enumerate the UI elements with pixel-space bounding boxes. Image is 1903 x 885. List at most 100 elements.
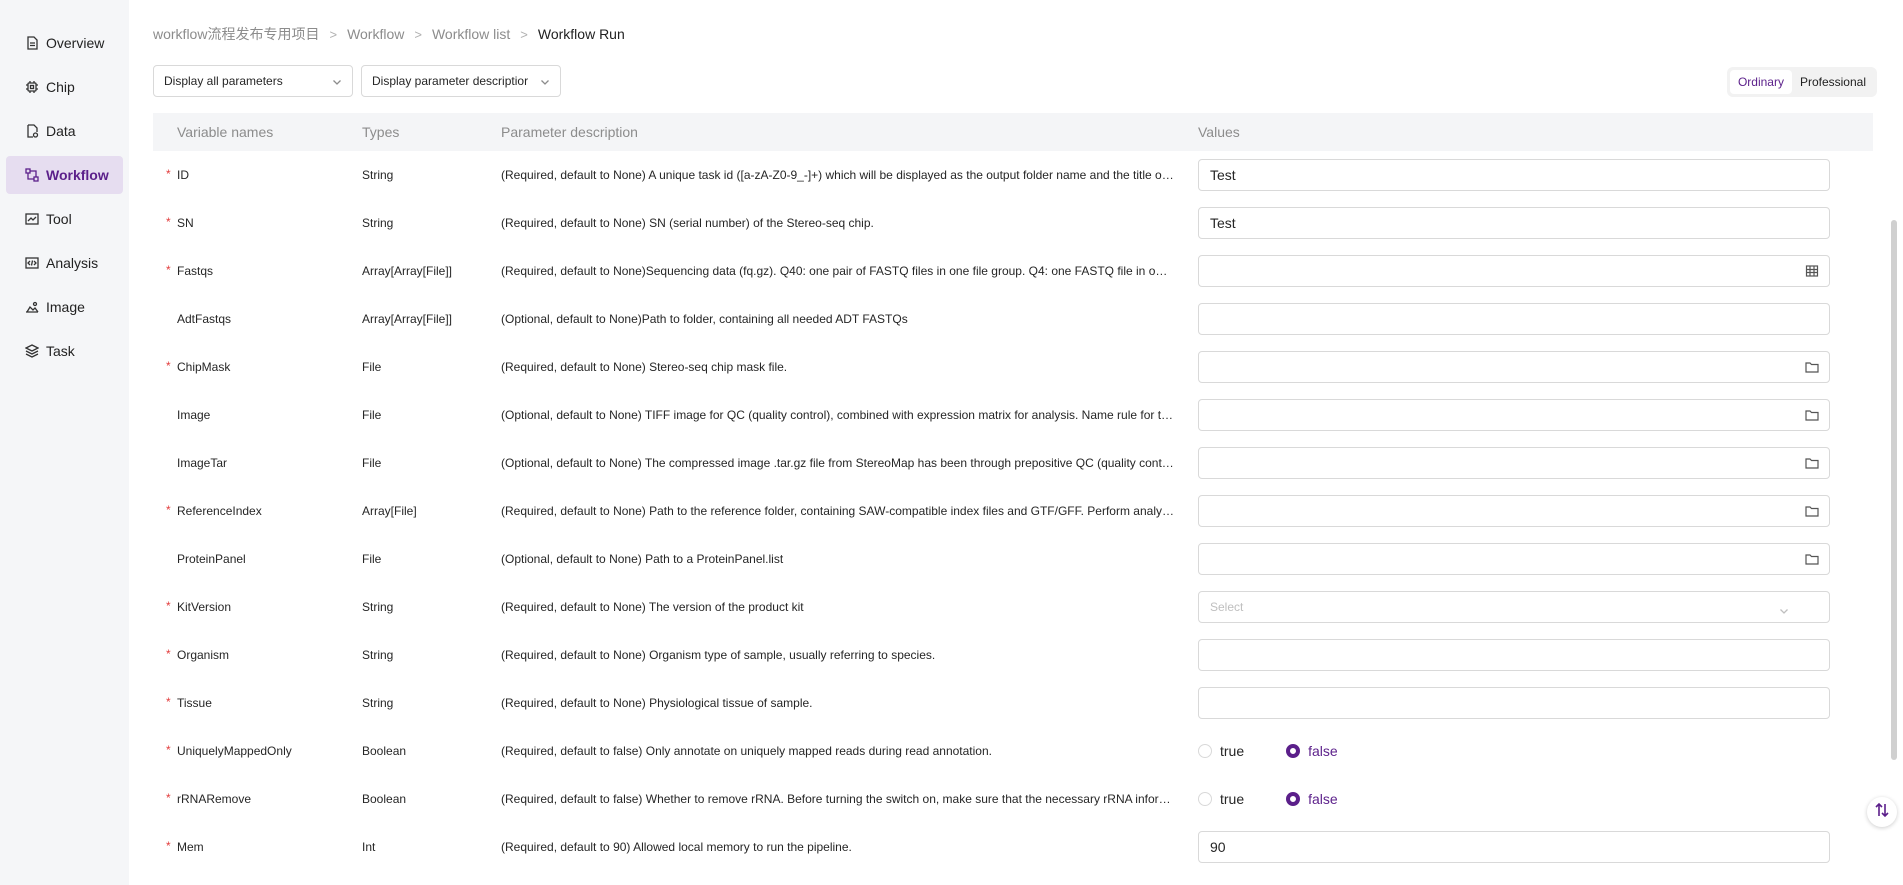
value-input[interactable] (1198, 351, 1830, 383)
variable-description: (Required, default to None) The version … (501, 600, 804, 614)
variable-type: Array[Array[File]] (362, 264, 453, 278)
table-row: * SN String (Required, default to None) S… (153, 199, 1873, 247)
radio-true[interactable]: true (1198, 743, 1244, 759)
tool-image-icon (24, 211, 40, 227)
variable-name-text: ChipMask (177, 360, 231, 374)
sidebar-item-data[interactable]: Data (6, 112, 123, 150)
breadcrumb-workflow[interactable]: Workflow (347, 26, 404, 42)
folder-icon[interactable] (1805, 504, 1819, 518)
chevron-down-icon (332, 76, 342, 86)
toolbar: Display all parameters Display parameter… (153, 65, 1877, 97)
radio-circle[interactable] (1286, 792, 1301, 806)
radio-circle[interactable] (1198, 792, 1212, 806)
sidebar-item-chip[interactable]: Chip (6, 68, 123, 106)
radio-true[interactable]: true (1198, 791, 1244, 807)
boolean-radio-group: true false (1198, 743, 1873, 759)
radio-false[interactable]: false (1286, 743, 1338, 759)
sidebar-item-image[interactable]: Image (6, 288, 123, 326)
table-row: Image File (Optional, default to None) T… (153, 391, 1873, 439)
value-input[interactable] (1198, 303, 1830, 335)
required-mark: * (166, 791, 171, 805)
breadcrumb-project[interactable]: workflow流程发布专用项目 (153, 24, 319, 44)
variable-value: true false (1198, 743, 1873, 759)
folder-icon[interactable] (1805, 360, 1819, 374)
header-types: Types (362, 124, 400, 140)
value-input[interactable]: Test (1198, 207, 1830, 239)
table-body: * ID String (Required, default to None) A… (153, 151, 1873, 871)
scrollbar[interactable] (1891, 220, 1897, 760)
variable-type: File (362, 552, 382, 566)
radio-false[interactable]: false (1286, 791, 1338, 807)
variable-description: (Required, default to None)Sequencing da… (501, 264, 1198, 278)
variable-type: File (362, 360, 382, 374)
value-input[interactable] (1198, 687, 1830, 719)
sidebar-item-tool[interactable]: Tool (6, 200, 123, 238)
param-display-select[interactable]: Display all parameters (153, 65, 353, 97)
variable-description: (Required, default to None) A unique tas… (501, 168, 1198, 182)
value-select[interactable]: Select (1198, 591, 1830, 623)
radio-circle[interactable] (1286, 744, 1301, 758)
table-row: ImageTar File (Optional, default to None… (153, 439, 1873, 487)
variable-name: * UniquelyMappedOnly (153, 743, 362, 758)
folder-icon[interactable] (1805, 408, 1819, 422)
sidebar-item-label: Task (46, 343, 75, 359)
variable-type: File (362, 408, 382, 422)
variable-name-text: Mem (177, 840, 204, 854)
desc-display-value: Display parameter descriptior (372, 74, 529, 88)
variable-type: Boolean (362, 792, 407, 806)
variable-type: Array[Array[File]] (362, 312, 453, 326)
value-input[interactable]: 90 (1198, 831, 1830, 863)
collapse-toggle-button[interactable] (1867, 797, 1897, 827)
variable-name: * rRNARemove (153, 791, 362, 806)
variable-description: (Required, default to None) SN (serial n… (501, 216, 874, 230)
sidebar-item-task[interactable]: Task (6, 332, 123, 370)
main-content: workflow流程发布专用项目 > Workflow > Workflow l… (129, 0, 1903, 885)
sidebar-item-label: Overview (46, 35, 105, 51)
value-input[interactable] (1198, 399, 1830, 431)
variable-name-text: Image (177, 408, 211, 422)
radio-circle[interactable] (1198, 744, 1212, 758)
value-input[interactable] (1198, 447, 1830, 479)
variable-name: Image (153, 408, 362, 422)
header-variable-names: Variable names (177, 124, 274, 140)
variable-description: (Required, default to None) Stereo-seq c… (501, 360, 788, 374)
required-mark: * (166, 743, 171, 757)
value-input[interactable] (1198, 495, 1830, 527)
table-row: * ID String (Required, default to None) A… (153, 151, 1873, 199)
value-input[interactable] (1198, 639, 1830, 671)
variable-value (1198, 447, 1873, 479)
folder-icon[interactable] (1805, 552, 1819, 566)
value-input[interactable] (1198, 255, 1830, 287)
variable-value: true false (1198, 791, 1873, 807)
variable-value: Test (1198, 207, 1873, 239)
variable-type: Array[File] (362, 504, 417, 518)
variable-name-text: KitVersion (177, 600, 232, 614)
value-input[interactable] (1198, 543, 1830, 575)
variable-description: (Required, default to false) Whether to … (501, 792, 1198, 806)
folder-icon[interactable] (1805, 456, 1819, 470)
value-input[interactable]: Test (1198, 159, 1830, 191)
sidebar-item-workflow[interactable]: Workflow (6, 156, 123, 194)
variable-value: Select (1198, 591, 1873, 623)
variable-name-text: rRNARemove (177, 792, 252, 806)
desc-display-select[interactable]: Display parameter descriptior (361, 65, 561, 97)
mode-toggle: Ordinary Professional (1726, 67, 1877, 97)
required-mark: * (166, 359, 171, 373)
radio-label: false (1308, 791, 1338, 807)
variable-type: String (362, 696, 394, 710)
variable-type: String (362, 648, 394, 662)
breadcrumb-workflow-list[interactable]: Workflow list (432, 26, 510, 42)
variable-type: File (362, 456, 382, 470)
variable-description: (Optional, default to None)Path to folde… (501, 312, 908, 326)
sidebar-item-label: Data (46, 123, 76, 139)
sidebar-item-overview[interactable]: Overview (6, 24, 123, 62)
breadcrumb-separator-icon: > (414, 26, 422, 42)
sidebar-item-analysis[interactable]: Analysis (6, 244, 123, 282)
variable-name: * Fastqs (153, 263, 362, 278)
variable-value (1198, 255, 1873, 287)
mode-professional[interactable]: Professional (1792, 70, 1874, 94)
mode-ordinary[interactable]: Ordinary (1729, 70, 1792, 94)
table-grid-icon[interactable] (1805, 264, 1819, 278)
table-row: * Tissue String (Required, default to Non… (153, 679, 1873, 727)
sidebar-item-label: Analysis (46, 255, 99, 271)
